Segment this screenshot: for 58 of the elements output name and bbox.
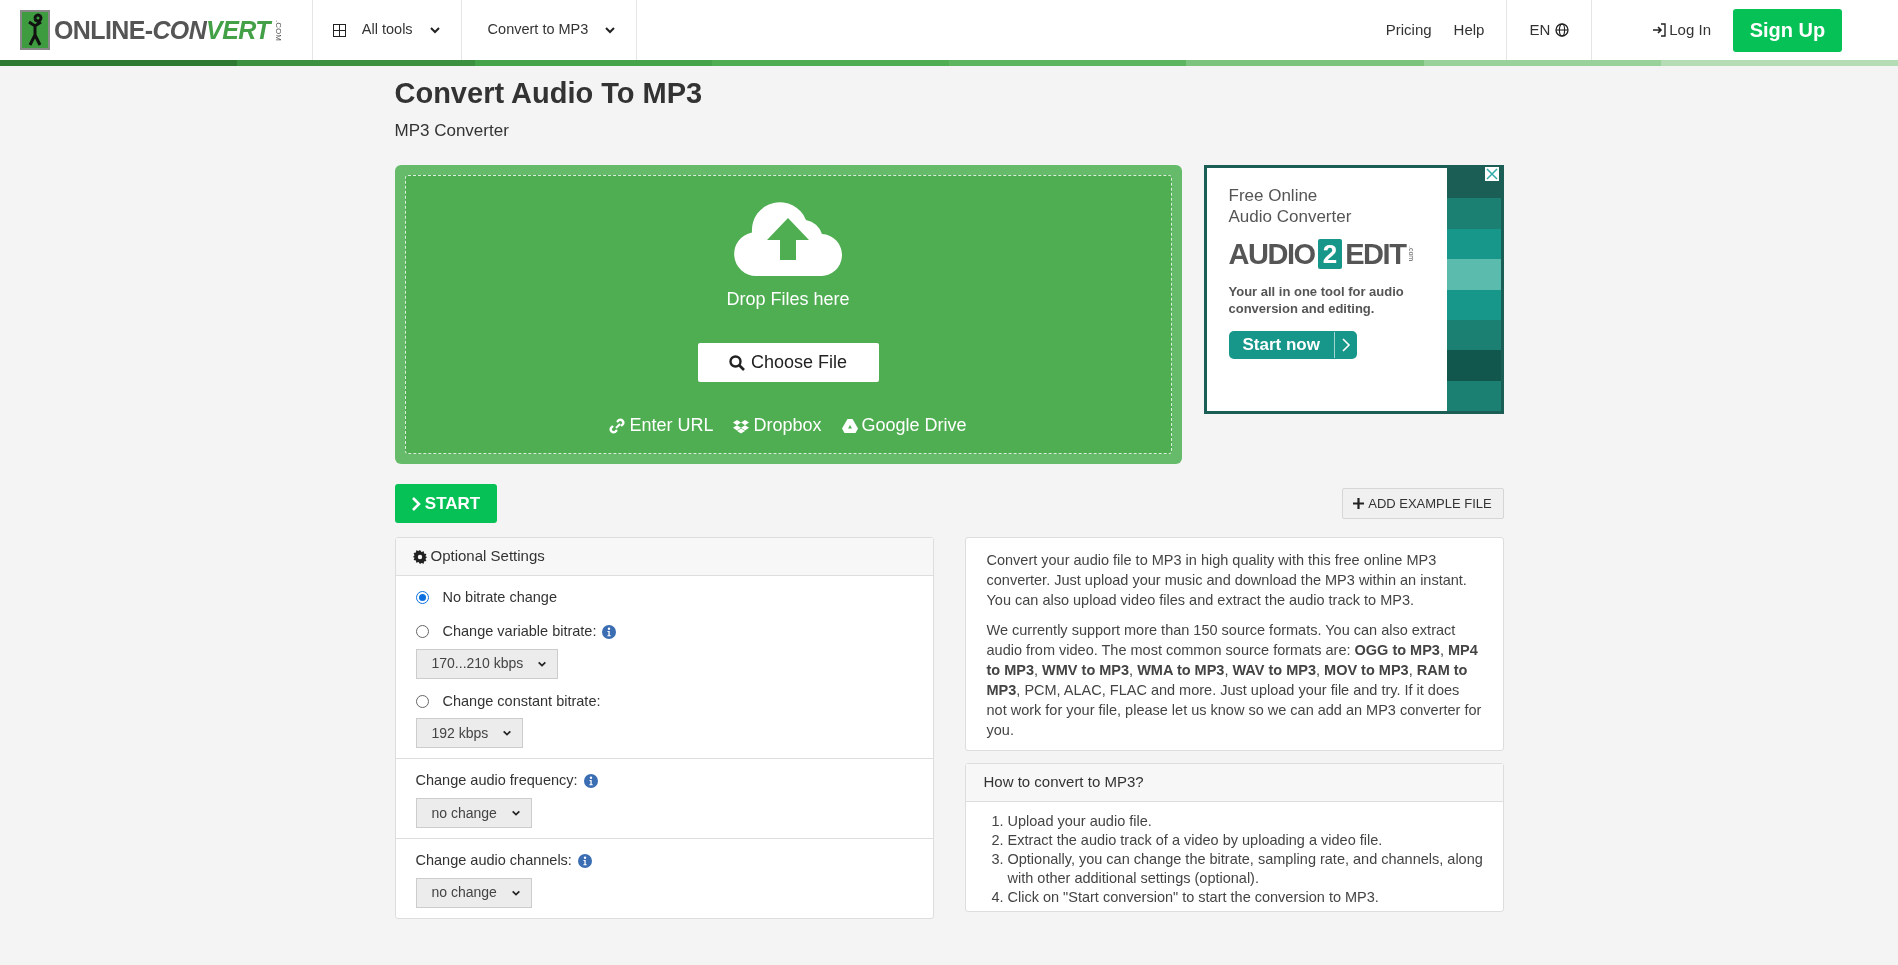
step-number: 1.: [990, 812, 1004, 831]
how-to-step: Optionally, you can change the bitrate, sampling rate, and channels, along with other additional settings (optional).: [1007, 850, 1485, 888]
option-label: No bitrate change: [442, 588, 557, 607]
add-example-file-button[interactable]: ADD EXAMPLE FILE: [1341, 488, 1504, 519]
ad-brand-badge: 2: [1317, 239, 1343, 269]
option-label: Change variable bitrate:: [442, 621, 597, 641]
panel-title: How to convert to MP3?: [983, 772, 1144, 793]
panel-title: Optional Settings: [430, 546, 545, 567]
page-subtitle: MP3 Converter: [394, 119, 510, 142]
dropdown[interactable]: no change: [415, 798, 532, 828]
dropdown[interactable]: no change: [415, 877, 532, 908]
step-number: 2.: [990, 831, 1004, 850]
upload-area[interactable]: Drop Files here Choose File Enter URL Dropbox Google Drive: [394, 165, 1182, 464]
chevron-right-icon: [410, 496, 421, 511]
chevron-down-icon: [428, 24, 441, 36]
log-in-icon: [1652, 23, 1667, 37]
option-label: Change constant bitrate:: [442, 691, 601, 711]
language-selector[interactable]: EN: [1529, 18, 1570, 42]
dropdown[interactable]: 170...210 kbps: [415, 648, 559, 679]
how-to-step: Click on "Start conversion" to start the conversion to MP3.: [1007, 888, 1379, 907]
search-icon: [728, 354, 745, 371]
step-number: 4.: [990, 888, 1004, 907]
link-icon: [609, 417, 626, 434]
field-label: Change audio channels:: [415, 851, 572, 870]
ad-brand-text: EDIT: [1345, 239, 1406, 269]
ad-brand-text: AUDIO: [1228, 239, 1315, 269]
description-paragraph: We currently support more than 150 source formats. You can also extract audio from video. The most common source formats are: OGG to MP3, MP4 to MP3, WMV to MP3, WMA to MP3, WAV to MP3, MOV to MP3, RAM to MP3, PCM, ALAC, FLAC and more. Just upload your file and try. If it does not work for your file, please let us know so we can add an MP3 converter for you.: [986, 621, 1482, 740]
logo-suffix: .COM: [273, 19, 284, 41]
ad-headline: Free Online Audio Converter: [1228, 185, 1353, 227]
info-icon: [577, 853, 592, 868]
drop-files-text: Drop Files here: [726, 288, 850, 311]
chevron-down-icon: [604, 24, 617, 36]
ad-tagline: Your all in one tool for audio conversion and editing.: [1228, 283, 1405, 317]
nav-link[interactable]: Pricing: [1385, 18, 1432, 42]
plus-icon: [1353, 498, 1365, 509]
how-to-step: Upload your audio file.: [1007, 812, 1152, 831]
radio-button[interactable]: [415, 625, 429, 639]
field-label: Change audio frequency:: [415, 771, 578, 791]
page-title: Convert Audio To MP3: [394, 76, 704, 111]
log-in-link[interactable]: Log In: [1652, 18, 1711, 42]
chevron-down-icon: [510, 808, 521, 818]
globe-icon: [1555, 23, 1570, 37]
info-icon: [602, 624, 617, 639]
choose-file-button[interactable]: Choose File: [697, 343, 879, 382]
radio-button[interactable]: [415, 694, 429, 708]
how-to-step: Extract the audio track of a video by uploading a video file.: [1007, 831, 1383, 850]
start-now-button[interactable]: Start now: [1228, 331, 1357, 359]
dropbox-icon: [733, 417, 750, 434]
step-number: 3.: [990, 850, 1004, 869]
info-icon: [583, 774, 598, 789]
dropdown[interactable]: 192 kbps: [415, 718, 524, 749]
cloud-upload-icon: [732, 200, 844, 276]
drive-icon: [841, 417, 858, 434]
nav-link[interactable]: Help: [1453, 18, 1485, 42]
grid-icon: [332, 23, 346, 37]
logo-icon: [20, 10, 50, 50]
description-paragraph: Convert your audio file to MP3 in high quality with this free online MP3 converter. Just upload your music and download the MP3 within an instant. You can also upload video files and extract the audio track to MP3.: [986, 551, 1468, 610]
gear-icon: [412, 549, 427, 564]
